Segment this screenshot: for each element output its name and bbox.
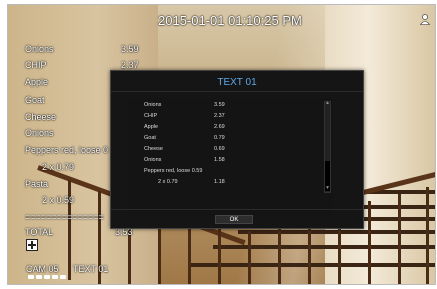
baluster xyxy=(426,187,429,284)
datetime-display: 2015-01-01 01:10:25 PM xyxy=(158,13,302,28)
ok-button[interactable]: OK xyxy=(215,215,253,224)
overlay-item-label: 2 x 0.59 xyxy=(42,195,75,205)
dialog-title: TEXT 01 xyxy=(217,77,257,88)
baluster xyxy=(398,194,401,284)
plus-icon[interactable] xyxy=(26,239,38,251)
item-name: Peppers red, loose 0.59 xyxy=(144,168,203,174)
overlay-item-label: Pasta xyxy=(25,179,49,189)
user-icon[interactable] xyxy=(419,13,431,25)
screenshot-frame: 2015-01-01 01:10:25 PM Onions 3.59 CHIP … xyxy=(0,0,437,289)
scroll-up-icon[interactable]: ▲ xyxy=(325,101,330,106)
overlay-item-label: Cheese xyxy=(25,112,57,122)
motion-status-icon xyxy=(44,275,50,279)
text-device-label: TEXT 01 xyxy=(73,264,109,274)
event-status-icon xyxy=(60,275,66,279)
item-value: 3.59 xyxy=(214,102,225,108)
item-name: Goat xyxy=(144,135,156,141)
overlay-item-value: 3.59 xyxy=(121,44,139,54)
item-name: Onions xyxy=(144,102,162,108)
overlay-item-label: 2 x 0.79 xyxy=(42,162,75,172)
scroll-down-icon[interactable]: ▼ xyxy=(325,186,330,191)
item-name: Onions xyxy=(144,157,162,163)
baluster xyxy=(188,220,191,284)
total-label: TOTAL xyxy=(25,227,54,237)
overlay-item-label: Apple xyxy=(25,77,49,87)
overlay-separator: =============== xyxy=(25,212,104,222)
baluster xyxy=(368,201,371,284)
overlay-item-value: 2.37 xyxy=(121,60,139,70)
item-name: CHIP xyxy=(144,113,158,119)
text-status-icon xyxy=(52,275,58,279)
item-name: Apple xyxy=(144,124,159,130)
baluster xyxy=(218,227,221,284)
baluster xyxy=(278,223,281,284)
item-value: 0.69 xyxy=(214,146,225,152)
text-list[interactable]: Onions 3.59 CHIP 2.37 Apple 2.69 Goat 0.… xyxy=(128,98,333,216)
stair-step xyxy=(238,230,435,234)
stair-step xyxy=(213,245,435,249)
overlay-item-label: Goat xyxy=(25,95,45,105)
overlay-item-label: Peppers red, loose 0 xyxy=(25,145,109,155)
item-value: 2.69 xyxy=(214,124,225,130)
audio-status-icon xyxy=(36,275,42,279)
item-value: 0.79 xyxy=(214,135,225,141)
dialog-footer-divider xyxy=(111,209,363,210)
overlay-item-label: Onions xyxy=(25,128,54,138)
dialog-divider xyxy=(111,91,363,92)
baluster xyxy=(248,231,251,284)
item-value: 1.58 xyxy=(214,157,225,163)
overlay-item-label: CHIP xyxy=(25,60,47,70)
item-name: 2 x 0.79 xyxy=(158,179,178,185)
overlay-item-label: Onions xyxy=(25,44,54,54)
camera-label: CAM 05 xyxy=(26,264,59,274)
status-icons xyxy=(28,275,66,279)
text-viewer-dialog: TEXT 01 Onions 3.59 CHIP 2.37 Apple 2.69… xyxy=(110,70,364,229)
item-value: 1.18 xyxy=(214,179,225,185)
item-value: 2.37 xyxy=(214,113,225,119)
camera-view[interactable]: 2015-01-01 01:10:25 PM Onions 3.59 CHIP … xyxy=(7,4,436,285)
record-status-icon xyxy=(28,275,34,279)
item-name: Cheese xyxy=(144,146,163,152)
